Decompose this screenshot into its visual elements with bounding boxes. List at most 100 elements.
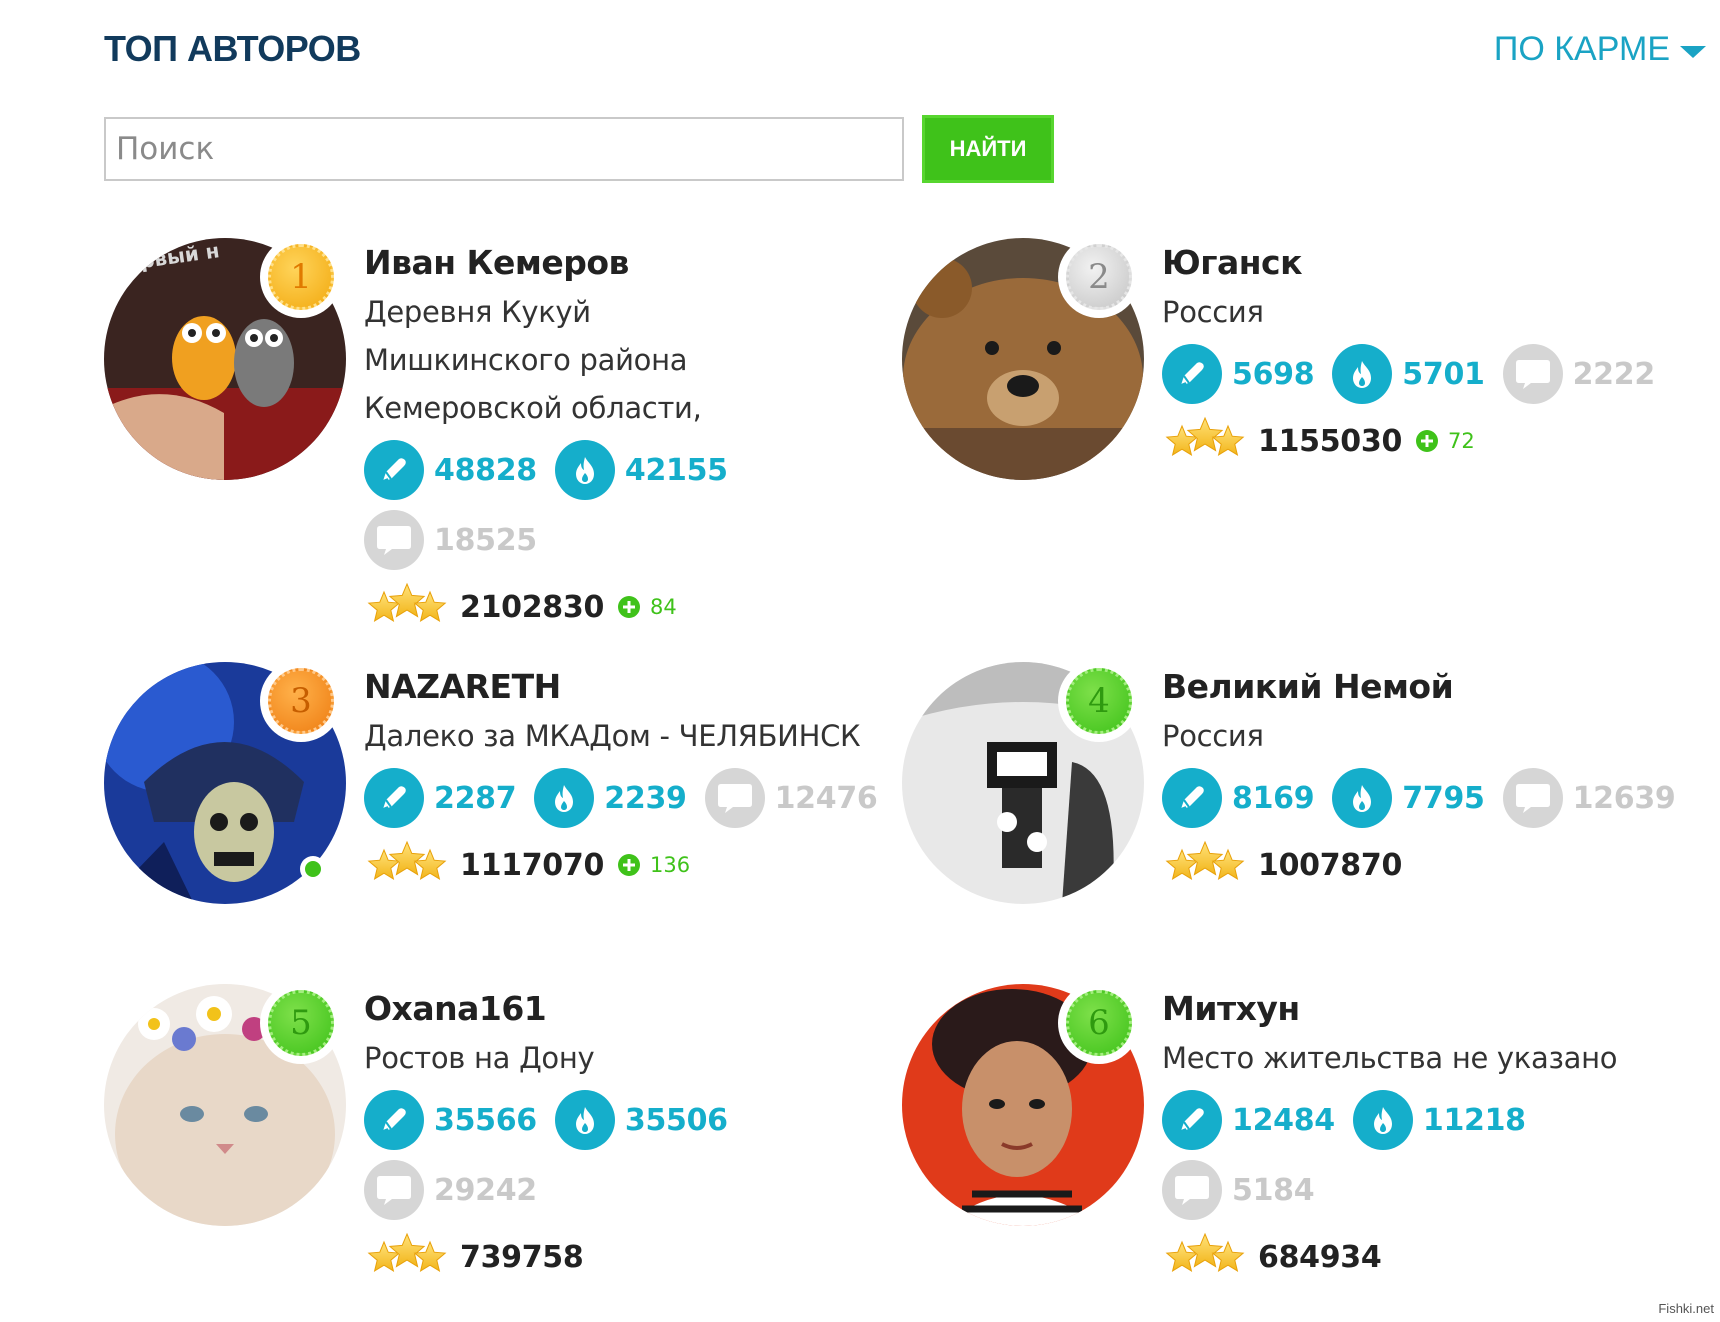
author-card[interactable]: 5 Oxana161 Ростов на Дону 35566 35506 29242 73… [104, 982, 884, 1322]
author-stats: 35566 35506 29242 [364, 1090, 744, 1220]
posts-stat[interactable]: 5698 [1162, 344, 1315, 404]
karma-delta: 136 [650, 853, 691, 877]
fire-stat[interactable]: 7795 [1332, 768, 1485, 828]
fire-stat[interactable]: 5701 [1332, 344, 1485, 404]
comments-stat[interactable]: 18525 [364, 510, 537, 570]
comments-stat[interactable]: 12639 [1502, 768, 1676, 828]
karma-row: 1007870 [1162, 840, 1682, 890]
plus-icon [618, 854, 641, 876]
rank-number: 4 [1066, 668, 1132, 734]
posts-stat[interactable]: 2287 [364, 768, 517, 828]
rank-number: 5 [268, 990, 334, 1056]
fire-stat[interactable]: 35506 [554, 1090, 728, 1150]
rank-badge: 5 [260, 982, 342, 1064]
author-location: Далеко за МКАДом - ЧЕЛЯБИНСК [364, 719, 861, 753]
comment-icon [1502, 768, 1563, 828]
author-info: NAZARETH Далеко за МКАДом - ЧЕЛЯБИНСК 2287… [364, 662, 884, 890]
comments-stat[interactable]: 2222 [1502, 344, 1656, 404]
pen-icon [364, 768, 424, 828]
fire-stat[interactable]: 42155 [554, 440, 728, 500]
author-stats: 5698 5701 2222 [1162, 344, 1682, 404]
comments-stat-value: 18525 [434, 522, 537, 558]
karma-row: 2102830 84 [364, 582, 744, 632]
author-card[interactable]: 3 NAZARETH Далеко за МКАДом - ЧЕЛЯБИНСК 228… [104, 660, 884, 1022]
comments-stat[interactable]: 12476 [704, 768, 878, 828]
fire-stat-value: 7795 [1402, 780, 1485, 816]
author-stats: 2287 2239 12476 [364, 768, 884, 828]
comment-icon [1502, 344, 1563, 404]
author-stats: 8169 7795 12639 [1162, 768, 1682, 828]
plus-icon [1416, 430, 1439, 452]
comment-icon [364, 1160, 424, 1220]
comment-icon [364, 510, 424, 570]
rank-badge: 2 [1058, 236, 1140, 318]
pen-icon [364, 1090, 424, 1150]
online-indicator [300, 856, 326, 882]
posts-stat[interactable]: 48828 [364, 440, 537, 500]
rank-badge: 1 [260, 236, 342, 318]
posts-stat[interactable]: 8169 [1162, 768, 1315, 828]
stars-icon [364, 1232, 450, 1282]
fire-stat-value: 5701 [1402, 356, 1485, 392]
stars-icon [1162, 1232, 1248, 1282]
sort-dropdown[interactable]: ПО КАРМЕ [1494, 30, 1706, 69]
watermark: Fishki.net [1658, 1301, 1714, 1316]
comments-stat-value: 12639 [1572, 780, 1676, 816]
posts-stat-value: 5698 [1232, 356, 1315, 392]
fire-icon [1352, 1090, 1413, 1150]
karma-row: 684934 [1162, 1232, 1682, 1282]
karma-row: 1155030 72 [1162, 416, 1682, 466]
author-location: Россия [1162, 719, 1264, 753]
posts-stat-value: 2287 [434, 780, 517, 816]
author-name[interactable]: Великий Немой [1162, 662, 1682, 712]
rank-number: 2 [1066, 244, 1132, 310]
stars-icon [364, 840, 450, 890]
author-name[interactable]: NAZARETH [364, 662, 884, 712]
posts-stat-value: 48828 [434, 452, 537, 488]
karma-delta: 72 [1448, 429, 1475, 453]
posts-stat[interactable]: 35566 [364, 1090, 537, 1150]
fire-icon [554, 1090, 615, 1150]
karma-value: 684934 [1258, 1239, 1382, 1275]
comments-stat-value: 5184 [1232, 1172, 1315, 1208]
fire-icon [1332, 768, 1393, 828]
stars-icon [364, 582, 450, 632]
comments-stat[interactable]: 29242 [364, 1160, 537, 1220]
karma-value: 1155030 [1258, 423, 1403, 459]
posts-stat[interactable]: 12484 [1162, 1090, 1335, 1150]
fire-icon [534, 768, 595, 828]
author-card[interactable]: 4 Великий Немой Россия 8169 7795 12639 1007870 [902, 660, 1682, 1022]
author-info: Oxana161 Ростов на Дону 35566 35506 29242 739… [364, 984, 744, 1282]
author-card[interactable]: 6 Митхун Место жительства не указано 12484 1… [902, 982, 1682, 1322]
author-name[interactable]: Oxana161 [364, 984, 744, 1034]
author-stats: 48828 42155 18525 [364, 440, 744, 570]
fire-stat[interactable]: 2239 [534, 768, 687, 828]
search-input[interactable] [104, 117, 904, 181]
author-stats: 12484 11218 5184 [1162, 1090, 1682, 1220]
author-name[interactable]: Юганск [1162, 238, 1682, 288]
author-name[interactable]: Митхун [1162, 984, 1682, 1034]
karma-value: 1007870 [1258, 847, 1403, 883]
author-info: Иван Кемеров Деревня Кукуй Мишкинского ра… [364, 238, 744, 632]
fire-stat-value: 2239 [604, 780, 687, 816]
fire-stat[interactable]: 11218 [1352, 1090, 1526, 1150]
karma-delta: 84 [650, 595, 677, 619]
comments-stat-value: 12476 [774, 780, 878, 816]
karma-row: 1117070 136 [364, 840, 884, 890]
chevron-down-icon [1680, 45, 1706, 58]
pen-icon [1162, 768, 1222, 828]
author-info: Юганск Россия 5698 5701 2222 1155030 72 [1162, 238, 1682, 466]
author-name[interactable]: Иван Кемеров [364, 238, 744, 288]
fire-icon [554, 440, 615, 500]
comments-stat-value: 2222 [1572, 356, 1656, 392]
sort-label: ПО КАРМЕ [1493, 30, 1670, 68]
author-card[interactable]: первый н 1 Иван Кемеров Деревня Кукуй Мишки… [104, 236, 884, 625]
karma-row: 739758 [364, 1232, 744, 1282]
search-button[interactable]: НАЙТИ [922, 115, 1054, 183]
comment-icon [704, 768, 765, 828]
comments-stat[interactable]: 5184 [1162, 1160, 1315, 1220]
rank-badge: 3 [260, 660, 342, 742]
author-location: Ростов на Дону [364, 1041, 595, 1075]
author-card[interactable]: 2 Юганск Россия 5698 5701 2222 1155030 72 [902, 236, 1682, 598]
rank-number: 1 [268, 244, 334, 310]
